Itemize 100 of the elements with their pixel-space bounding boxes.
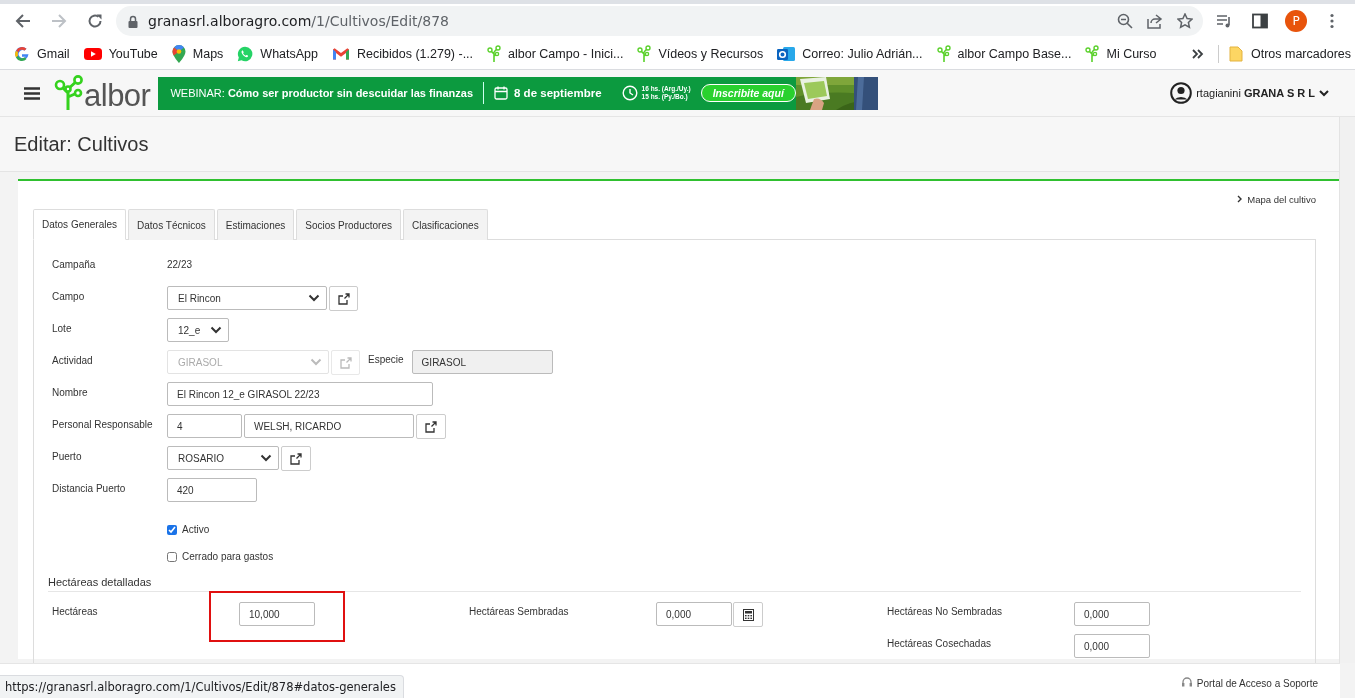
input-field[interactable]: 0,000 bbox=[656, 602, 732, 626]
bookmark[interactable]: albor Campo Base... bbox=[936, 41, 1086, 66]
sprout-icon bbox=[936, 44, 951, 63]
input-field[interactable]: 420 bbox=[167, 478, 257, 502]
bookmark[interactable]: Vídeos y Recursos bbox=[637, 41, 778, 66]
chevron-down-icon bbox=[210, 326, 222, 334]
field-label: Nombre bbox=[52, 386, 89, 400]
more-bookmarks-button[interactable] bbox=[1191, 48, 1204, 59]
chevron-down-icon bbox=[308, 294, 320, 302]
field-value: 22/23 bbox=[167, 258, 193, 270]
back-arrow-icon bbox=[15, 13, 31, 29]
field-label: Puerto bbox=[52, 450, 83, 464]
bookmark[interactable]: albor Campo - Inici... bbox=[487, 41, 638, 66]
banner-date: 8 de septiembre bbox=[514, 87, 602, 99]
forward-arrow-icon bbox=[51, 13, 67, 29]
bookmark[interactable]: Recibidos (1.279) -... bbox=[332, 43, 488, 64]
zoom-out-icon bbox=[1117, 13, 1133, 29]
bookmark-folder[interactable]: Otros marcadores bbox=[1228, 45, 1351, 62]
double-chevron-icon bbox=[1191, 48, 1204, 59]
bookmark[interactable]: Correo: Julio Adrián... bbox=[777, 42, 937, 65]
field-label: Actividad bbox=[52, 354, 94, 368]
bookmark[interactable]: WhatsApp bbox=[237, 42, 333, 65]
input-field[interactable]: 0,000 bbox=[1074, 602, 1150, 626]
chevron-down-icon bbox=[1319, 89, 1329, 97]
lock-icon bbox=[128, 14, 138, 28]
field-label: Lote bbox=[52, 322, 73, 336]
headset-icon bbox=[1180, 675, 1193, 688]
colored-ring-icon bbox=[14, 45, 30, 62]
field-label: Hectáreas No Sembradas bbox=[887, 605, 1004, 617]
open-link-button[interactable] bbox=[329, 286, 358, 311]
user-avatar-icon bbox=[1170, 82, 1193, 104]
share-icon bbox=[1147, 13, 1163, 29]
field-label: Hectáreas Sembradas bbox=[469, 605, 570, 617]
open-link-button[interactable] bbox=[416, 414, 446, 439]
external-link-icon bbox=[425, 420, 437, 433]
menu-icon bbox=[24, 86, 40, 100]
section-title: Hectáreas detalladas bbox=[48, 576, 1301, 592]
field-label: Especie bbox=[367, 353, 405, 365]
profile-avatar[interactable]: P bbox=[1285, 10, 1307, 32]
scrollbar[interactable] bbox=[1339, 117, 1355, 663]
tab[interactable]: Datos Generales bbox=[33, 209, 127, 240]
tab[interactable]: Estimaciones bbox=[216, 209, 295, 240]
sprout-icon bbox=[487, 44, 502, 63]
banner-headline: WEBINAR: Cómo ser productor sin descuidar las finanzas bbox=[169, 87, 474, 99]
address-bar[interactable]: granasrl.alboragro.com/1/Cultivos/Edit/878 bbox=[116, 6, 1203, 36]
external-link-icon bbox=[339, 356, 352, 369]
input-field[interactable]: 10,000 bbox=[239, 602, 315, 626]
dropdown[interactable]: 12_e bbox=[167, 318, 229, 342]
star-icon bbox=[1177, 13, 1193, 29]
field-label: Campo bbox=[52, 290, 86, 304]
input-field[interactable]: 4 bbox=[167, 414, 242, 438]
external-link-icon bbox=[337, 292, 350, 305]
user-name[interactable]: rtagianini GRANA S R L bbox=[1196, 87, 1315, 99]
field-label: Distancia Puerto bbox=[52, 482, 127, 496]
status-url: https://granasrl.alboragro.com/1/Cultivos/Edit/878#datos-generales bbox=[0, 675, 404, 698]
calculator-button[interactable] bbox=[733, 602, 763, 627]
bookmark[interactable]: Gmail bbox=[14, 42, 84, 65]
tab[interactable]: Socios Productores bbox=[296, 209, 401, 240]
input-field[interactable]: WELSH, RICARDO bbox=[244, 414, 414, 438]
clock-icon bbox=[621, 85, 638, 101]
bookmark[interactable]: YouTube bbox=[83, 43, 172, 64]
url-text: granasrl.alboragro.com/1/Cultivos/Edit/878 bbox=[148, 13, 450, 29]
sprout-icon bbox=[637, 44, 652, 63]
checkbox[interactable] bbox=[167, 524, 177, 535]
map-pin-icon bbox=[171, 44, 186, 63]
external-link-icon bbox=[290, 452, 302, 465]
support-link[interactable]: Portal de Acceso a Soporte bbox=[1196, 674, 1318, 689]
playlist-icon bbox=[1216, 14, 1232, 28]
sprout-icon bbox=[1085, 44, 1100, 63]
bookmark[interactable]: Maps bbox=[171, 41, 238, 66]
envelope-icon bbox=[332, 46, 351, 61]
calculator-icon bbox=[742, 608, 754, 621]
tab[interactable]: Clasificaciones bbox=[403, 209, 488, 240]
page-title: Editar: Cultivos bbox=[14, 132, 149, 156]
input-field[interactable]: El Rincon 12_e GIRASOL 22/23 bbox=[167, 382, 433, 406]
dropdown[interactable]: El Rincon bbox=[167, 286, 327, 310]
chevron-down-icon bbox=[260, 454, 272, 462]
play-icon bbox=[83, 46, 102, 61]
field-label: Personal Responsable bbox=[52, 418, 154, 432]
bookmark[interactable]: Mi Curso bbox=[1085, 41, 1171, 66]
field-label: Hectáreas Cosechadas bbox=[887, 637, 992, 649]
logo-text: albor bbox=[84, 81, 151, 111]
input-field[interactable]: 0,000 bbox=[1074, 634, 1150, 658]
dropdown[interactable]: ROSARIO bbox=[167, 446, 279, 470]
input-field[interactable]: GIRASOL bbox=[411, 350, 553, 374]
chat-bubble-icon bbox=[237, 45, 254, 62]
sprout-logo-icon bbox=[54, 75, 84, 111]
checkbox[interactable] bbox=[167, 551, 177, 562]
reload-icon bbox=[87, 13, 103, 29]
folder-icon bbox=[1228, 45, 1243, 62]
chevron-down-icon bbox=[310, 358, 322, 366]
field-label: Campaña bbox=[52, 258, 97, 272]
tab[interactable]: Datos Técnicos bbox=[128, 209, 215, 240]
open-link-button[interactable] bbox=[281, 446, 311, 471]
field-label: Hectáreas bbox=[52, 605, 99, 617]
mail-app-icon bbox=[777, 45, 796, 62]
map-link[interactable]: Mapa del cultivo bbox=[1247, 193, 1316, 205]
sidebar-icon bbox=[1252, 13, 1268, 29]
menu-button[interactable] bbox=[24, 86, 40, 100]
checkbox-label: Cerrado para gastos bbox=[182, 551, 274, 562]
